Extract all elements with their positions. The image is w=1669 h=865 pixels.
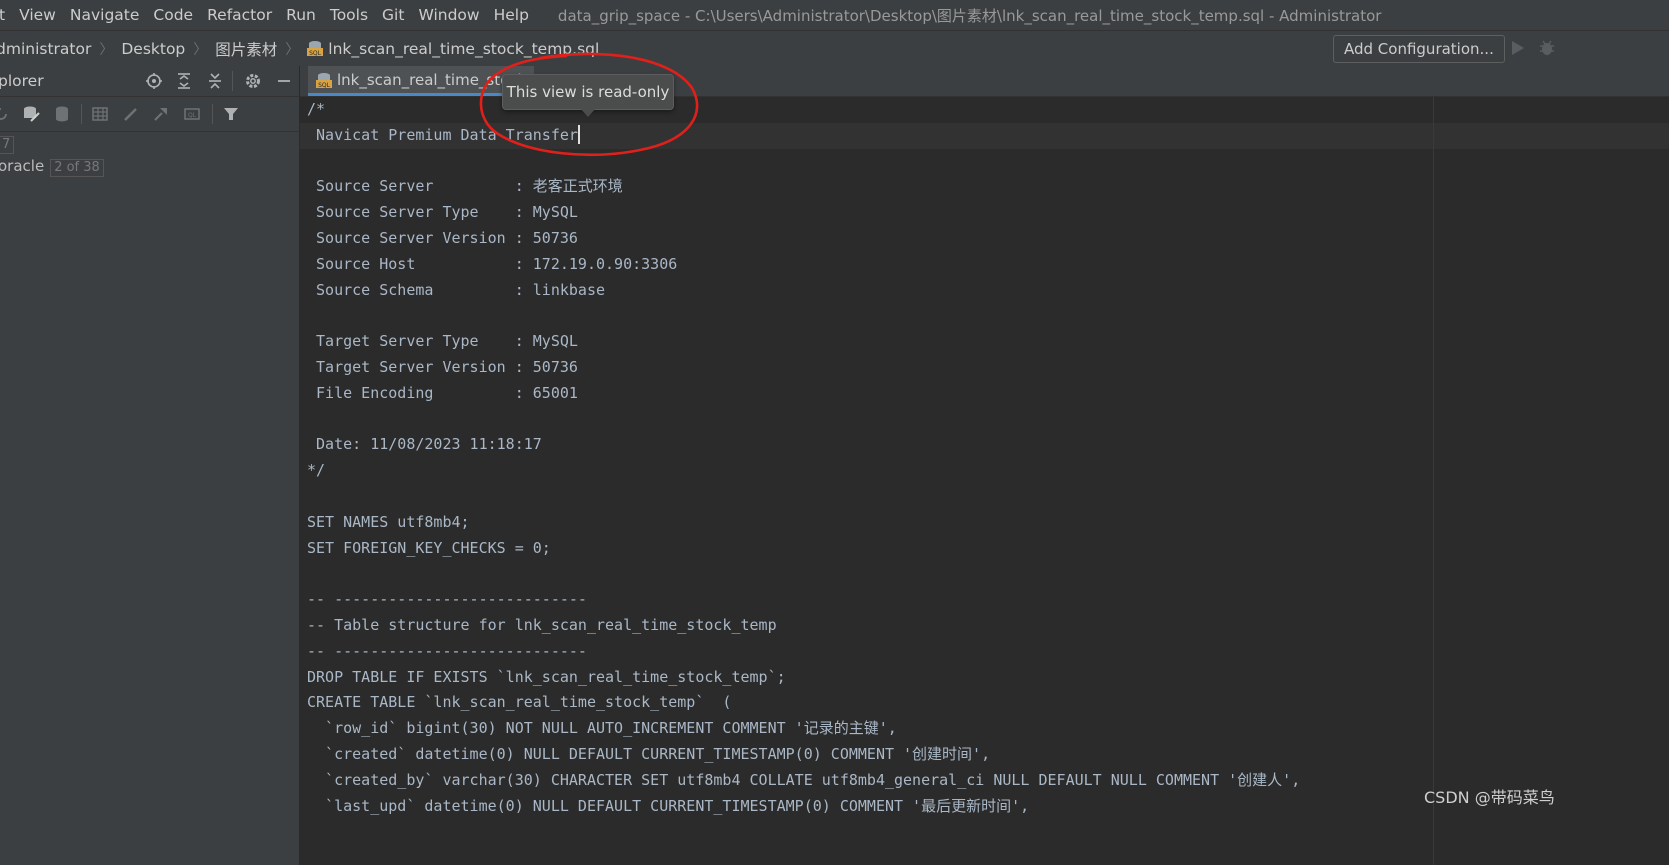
jump-to-source-icon[interactable] <box>152 105 170 123</box>
database-icon[interactable] <box>53 105 71 123</box>
sql-file-icon: SQL <box>307 40 324 56</box>
code-line: Source Server Type : MySQL <box>307 203 578 222</box>
run-icon[interactable] <box>1508 39 1526 57</box>
menu-bar: t View Navigate Code Refactor Run Tools … <box>0 0 1669 30</box>
breadcrumb-desktop[interactable]: Desktop <box>121 40 185 58</box>
query-console-icon[interactable]: QL <box>183 105 201 123</box>
locate-icon[interactable] <box>145 72 163 90</box>
tab-sql-file[interactable]: SQL lnk_scan_real_time_stock <box>308 66 535 96</box>
code-line: Date: 11/08/2023 11:18:17 <box>307 435 542 454</box>
code-line: /* <box>307 100 326 118</box>
tree-item-count-label: 7 <box>0 136 15 154</box>
code-line: -- ---------------------------- <box>307 641 587 660</box>
tooltip-arrow <box>580 108 596 117</box>
window-title: data_grip_space - C:\Users\Administrator… <box>557 6 1382 25</box>
edit-icon[interactable] <box>122 105 140 123</box>
tree-item-oracle-badge: 2 of 38 <box>50 159 104 177</box>
tab-label: lnk_scan_real_time_stock <box>337 70 527 89</box>
text-caret <box>577 124 580 144</box>
code-line: Source Server : 老客正式环境 <box>307 177 623 196</box>
menu-items: t View Navigate Code Refactor Run Tools … <box>0 6 536 24</box>
svg-text:SQL: SQL <box>318 82 331 88</box>
svg-text:SQL: SQL <box>309 50 322 56</box>
code-line: CREATE TABLE `lnk_scan_real_time_stock_t… <box>307 693 732 712</box>
toolbar-divider <box>232 71 233 91</box>
code-line: Navicat Premium Data Transfer <box>307 125 578 144</box>
code-line: Source Host : 172.19.0.90:3306 <box>307 254 678 273</box>
menu-navigate[interactable]: Navigate <box>63 6 147 24</box>
menu-refactor[interactable]: Refactor <box>200 6 279 24</box>
debug-icon[interactable] <box>1538 39 1556 57</box>
code-line: File Encoding : 65001 <box>307 383 578 402</box>
minimize-icon[interactable] <box>275 72 293 90</box>
toolbar-divider <box>81 104 82 124</box>
code-line: */ <box>307 461 326 480</box>
sql-file-icon: SQL <box>316 72 332 88</box>
menu-git[interactable]: Git <box>375 6 411 24</box>
code-line: -- ---------------------------- <box>307 590 587 609</box>
refresh-icon[interactable] <box>0 105 10 123</box>
code-line: Source Schema : linkbase <box>307 280 606 299</box>
breadcrumb-file-label: lnk_scan_real_time_stock_temp.sql <box>328 39 600 58</box>
read-only-tooltip: This view is read-only <box>502 74 674 110</box>
database-explorer-panel: plorer QL 7 oracle 2 of 38 <box>0 66 300 865</box>
code-line: `last_upd` datetime(0) NULL DEFAULT CURR… <box>307 796 1030 815</box>
code-line: Target Server Version : 50736 <box>307 357 578 376</box>
code-line: `row_id` bigint(30) NOT NULL AUTO_INCREM… <box>307 719 897 738</box>
code-line: `created_by` varchar(30) CHARACTER SET u… <box>307 770 1301 789</box>
breadcrumb-user[interactable]: dministrator <box>0 40 91 58</box>
code-line: Target Server Type : MySQL <box>307 332 578 351</box>
table-icon[interactable] <box>91 105 109 123</box>
add-configuration-button[interactable]: Add Configuration... <box>1333 35 1505 63</box>
collapse-all-icon[interactable] <box>206 72 224 90</box>
panel-title: plorer <box>0 72 44 90</box>
code-line: `created` datetime(0) NULL DEFAULT CURRE… <box>307 744 991 763</box>
watermark: CSDN @带码菜鸟 <box>1424 788 1555 807</box>
toolbar-divider <box>212 104 213 124</box>
code-line: Source Server Version : 50736 <box>307 228 578 247</box>
code-line: SET NAMES utf8mb4; <box>307 512 470 531</box>
menu-code[interactable]: Code <box>146 6 200 24</box>
breadcrumb: dministrator 〉 Desktop 〉 图片素材 〉 SQL lnk_… <box>0 38 599 60</box>
data-source-properties-icon[interactable] <box>22 105 40 123</box>
explorer-toolbar: QL <box>0 97 299 132</box>
tree-item-oracle[interactable]: oracle 2 of 38 <box>0 157 104 177</box>
filter-icon[interactable] <box>222 105 240 123</box>
code-line: SET FOREIGN_KEY_CHECKS = 0; <box>307 538 551 557</box>
menu-run[interactable]: Run <box>279 6 323 24</box>
tree-item-count[interactable]: 7 <box>0 134 15 154</box>
breadcrumb-folder[interactable]: 图片素材 <box>215 38 277 60</box>
chevron-right-icon: 〉 <box>193 41 208 58</box>
chevron-right-icon: 〉 <box>99 41 114 58</box>
menu-edit[interactable]: t <box>0 6 12 24</box>
code-line: -- Table structure for lnk_scan_real_tim… <box>307 615 777 634</box>
gear-icon[interactable] <box>244 72 262 90</box>
code-line: DROP TABLE IF EXISTS `lnk_scan_real_time… <box>307 667 786 686</box>
panel-header: plorer <box>0 66 299 97</box>
menu-help[interactable]: Help <box>487 6 536 24</box>
menu-view[interactable]: View <box>12 6 63 24</box>
navigation-bar: dministrator 〉 Desktop 〉 图片素材 〉 SQL lnk_… <box>0 30 1669 67</box>
right-margin-guide <box>1433 97 1434 865</box>
code-editor[interactable]: /* Navicat Premium Data Transfer Source … <box>300 97 1669 865</box>
menu-tools[interactable]: Tools <box>323 6 375 24</box>
tree-item-oracle-label: oracle <box>0 157 45 175</box>
menu-window[interactable]: Window <box>411 6 486 24</box>
chevron-right-icon: 〉 <box>285 41 300 58</box>
expand-all-icon[interactable] <box>175 72 193 90</box>
code-content[interactable]: /* Navicat Premium Data Transfer Source … <box>307 97 1300 819</box>
svg-text:QL: QL <box>188 112 197 119</box>
breadcrumb-file[interactable]: SQL lnk_scan_real_time_stock_temp.sql <box>307 40 599 58</box>
